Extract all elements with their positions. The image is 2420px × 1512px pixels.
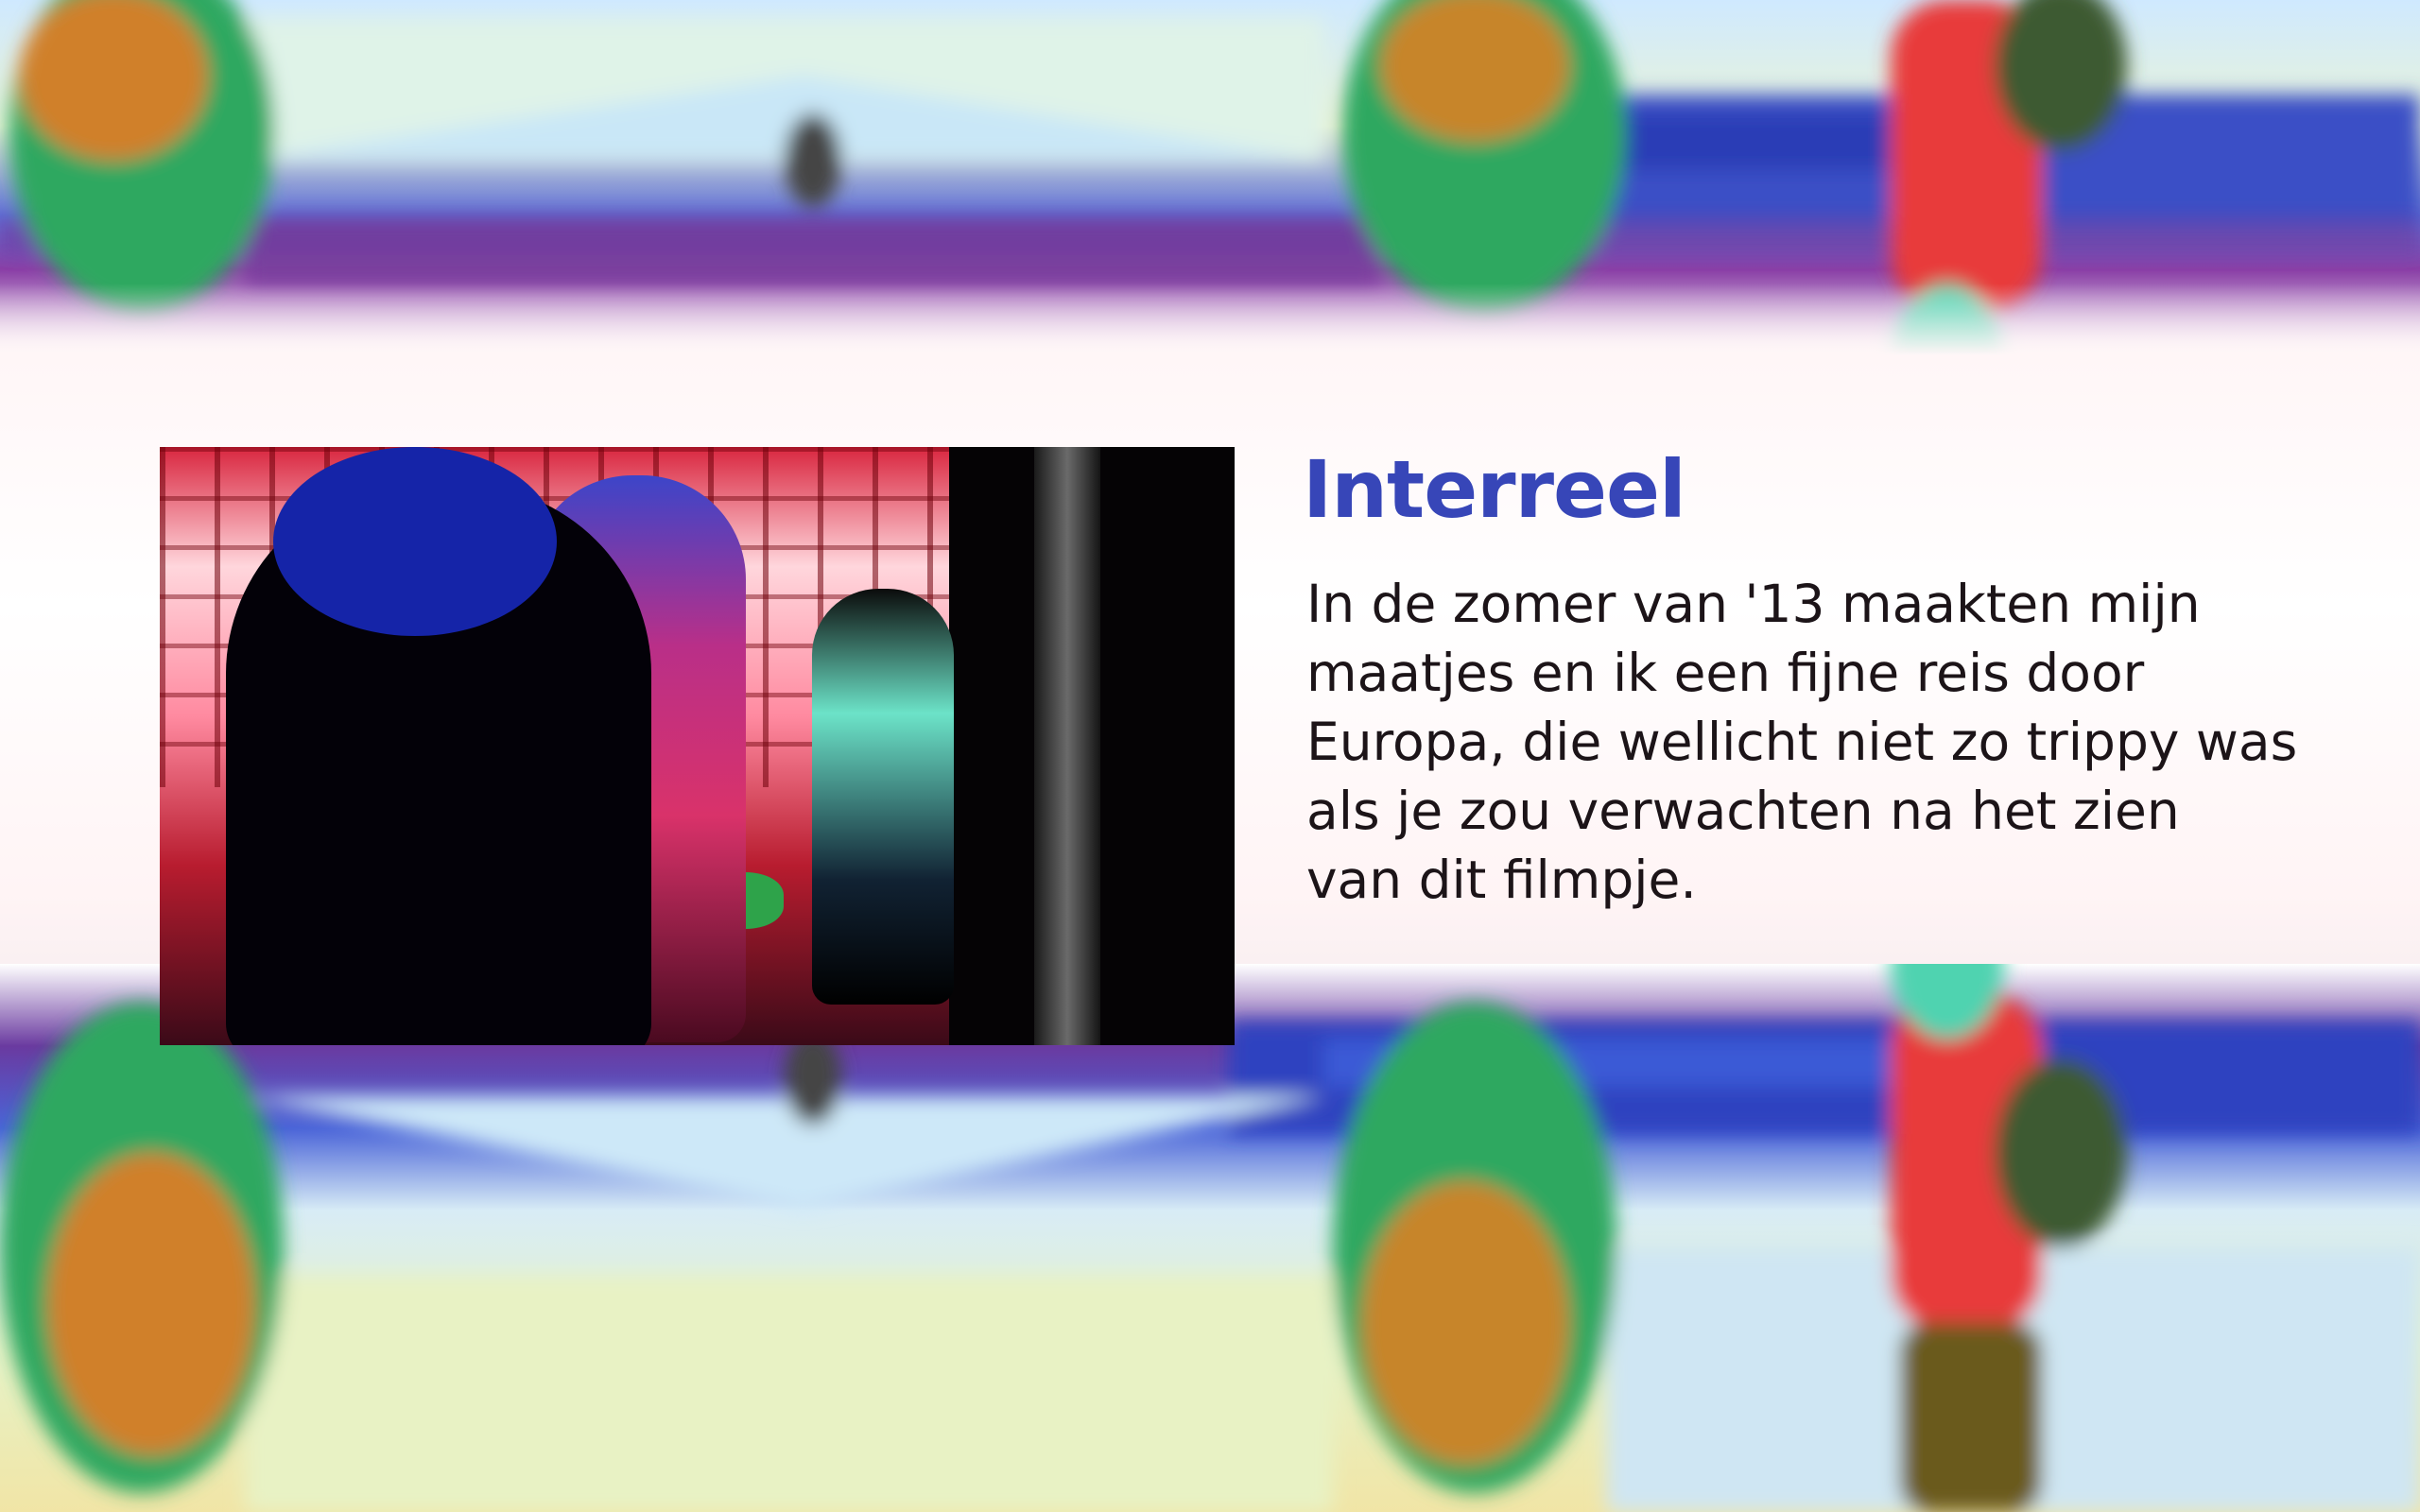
- project-slide: Interreel In de zomer van '13 maakten mi…: [0, 0, 2420, 1512]
- project-title: Interreel: [1303, 443, 1686, 536]
- description-line: maatjes en ik een fijne reis door: [1306, 643, 2145, 703]
- description-line: van dit filmpje.: [1306, 850, 1697, 910]
- video-person-photographer: [812, 589, 954, 1005]
- video-pillar: [1034, 447, 1100, 1045]
- project-description: In de zomer van '13 maakten mijn maatjes…: [1306, 570, 2403, 915]
- description-line: Europa, die wellicht niet zo trippy was: [1306, 712, 2298, 772]
- background-bottom-image: [0, 964, 2420, 1512]
- description-line: als je zou verwachten na het zien: [1306, 781, 2180, 841]
- video-thumbnail[interactable]: [160, 447, 1235, 1045]
- video-person-hat: [273, 447, 557, 636]
- background-bottom-band: [0, 964, 2420, 1512]
- description-line: In de zomer van '13 maakten mijn: [1306, 574, 2201, 634]
